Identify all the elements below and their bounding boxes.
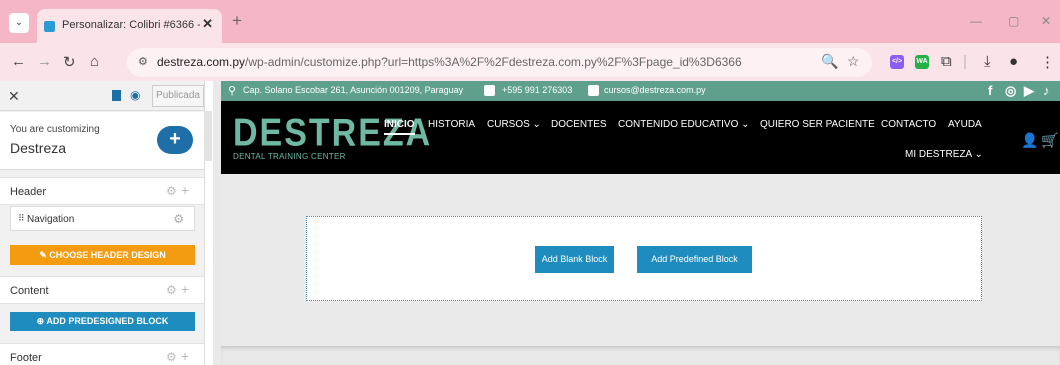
site-name: Destreza [10,140,67,156]
browser-toolbar: ← → ↻ ⌂ ⚙ destreza.com.py/wp-admin/custo… [0,43,1060,81]
tab-close-icon[interactable]: ✕ [202,16,213,32]
reload-icon[interactable]: ↻ [63,53,76,71]
phone-text: +595 991 276303 [502,85,573,95]
browser-tab-bar: ⌄ Personalizar: Colibri #6366 - Destreza… [0,0,1060,43]
toolbar-divider: | [963,53,967,70]
navigation-label: Navigation [27,214,75,225]
publish-button[interactable]: Publicada [152,85,204,107]
gear-icon[interactable]: ⚙ [166,184,177,198]
customizer-sidebar: ✕ ◉ Publicada You are customizing Destre… [0,81,212,365]
section-footer[interactable]: Footer ⚙ + [0,343,204,365]
site-header: DESTREZA DENTAL TRAINING CENTER INICIO H… [221,101,1060,174]
site-preview: ⚲ Cap. Solano Escobar 261, Asunción 0012… [213,81,1060,365]
browser-tab[interactable]: Personalizar: Colibri #6366 - Destreza ✕ [37,9,222,43]
section-content[interactable]: Content ⚙ + [0,276,204,304]
code-extension-icon[interactable]: </> [890,55,904,69]
youtube-icon[interactable]: ▶ [1024,83,1034,99]
back-icon[interactable]: ← [11,53,26,70]
section-header-label: Header [10,186,47,198]
preview-eye-icon[interactable]: ◉ [130,88,140,102]
email-text: cursos@destreza.com.py [604,85,706,95]
gear-icon[interactable]: ⚙ [173,212,184,226]
add-blank-block-button[interactable]: Add Blank Block [535,246,614,273]
tab-search-chevron-icon[interactable]: ⌄ [9,13,29,33]
menu-item-mi-destreza[interactable]: MI DESTREZA ⌄ [905,149,983,160]
preview-bottom-area [221,346,1060,365]
favicon-icon [44,21,55,32]
customizing-info: You are customizing Destreza + [0,112,204,170]
download-icon[interactable]: ⤓ [984,53,991,70]
drag-handle-icon[interactable]: ⠿ [18,213,25,224]
section-footer-label: Footer [10,352,42,364]
empty-section-dropzone: Add Blank Block Add Predefined Block [306,216,982,301]
cart-icon[interactable]: 🛒 [1041,132,1058,149]
site-logo-tagline: DENTAL TRAINING CENTER [233,152,346,161]
zoom-icon[interactable]: 🔍 [821,53,838,70]
facebook-icon[interactable]: f [988,83,992,98]
browser-menu-icon[interactable]: ⋮ [1040,53,1055,71]
url-domain: destreza.com.py [157,55,246,69]
menu-item-quiero-ser-paciente[interactable]: QUIERO SER PACIENTE [760,119,875,130]
menu-item-docentes[interactable]: DOCENTES [551,119,607,130]
choose-header-design-button[interactable]: ✎ CHOOSE HEADER DESIGN [10,245,195,265]
plus-icon[interactable]: + [181,281,189,297]
extensions-puzzle-icon[interactable]: ⧉ [941,53,952,70]
section-header[interactable]: Header ⚙ + [0,177,204,205]
profile-avatar-icon[interactable]: ● [1009,53,1018,70]
url-text: destreza.com.py/wp-admin/customize.php?u… [157,55,742,69]
gear-icon[interactable]: ⚙ [166,350,177,364]
navigation-item[interactable]: ⠿ Navigation ⚙ [10,206,195,231]
wa-extension-icon[interactable]: WA [915,55,929,69]
plus-circle-icon: ⊕ [36,316,45,326]
new-tab-icon[interactable]: + [232,11,242,31]
minimize-icon[interactable]: — [970,14,982,28]
page-content: Add Blank Block Add Predefined Block [221,174,1060,346]
menu-item-cursos[interactable]: CURSOS ⌄ [487,119,541,130]
address-text: Cap. Solano Escobar 261, Asunción 001209… [243,85,464,95]
customizing-label: You are customizing [10,124,100,135]
menu-item-contenido-educativo[interactable]: CONTENIDO EDUCATIVO ⌄ [618,119,750,130]
tab-title: Personalizar: Colibri #6366 - Destreza [62,19,200,31]
tiktok-icon[interactable]: ♪ [1043,83,1050,98]
close-customizer-icon[interactable]: ✕ [8,88,20,105]
location-pin-icon: ⚲ [228,85,237,97]
site-info-icon[interactable]: ⚙ [138,55,148,68]
plus-icon[interactable]: + [181,348,189,364]
window-close-icon[interactable]: ✕ [1041,14,1051,28]
menu-item-historia[interactable]: HISTORIA [428,119,475,130]
bookmark-star-icon[interactable]: ☆ [847,53,860,70]
menu-item-inicio[interactable]: INICIO [384,119,415,135]
plus-icon[interactable]: + [181,182,189,198]
instagram-icon[interactable]: ◎ [1005,83,1016,99]
phone-icon [484,85,495,96]
add-section-plus-icon[interactable]: + [157,126,193,154]
home-icon[interactable]: ⌂ [90,53,99,70]
choose-header-design-label: CHOOSE HEADER DESIGN [49,250,166,260]
add-predesigned-block-button[interactable]: ⊕ ADD PREDESIGNED BLOCK [10,312,195,331]
add-predesigned-block-label: ADD PREDESIGNED BLOCK [46,316,169,326]
page-document-icon[interactable] [112,90,121,101]
add-predefined-block-button[interactable]: Add Predefined Block [637,246,752,273]
forward-icon[interactable]: → [37,53,52,70]
gear-icon[interactable]: ⚙ [166,283,177,297]
customizer-header: ✕ ◉ Publicada [0,81,204,111]
email-icon [588,85,599,96]
menu-item-ayuda[interactable]: AYUDA [948,119,982,130]
user-account-icon[interactable]: 👤 [1021,132,1038,149]
restore-icon[interactable]: ▢ [1008,14,1019,28]
section-content-label: Content [10,285,49,297]
address-bar[interactable]: ⚙ destreza.com.py/wp-admin/customize.php… [127,48,872,77]
url-path: /wp-admin/customize.php?url=https%3A%2F%… [245,55,742,69]
sidebar-scrollbar[interactable] [204,111,212,161]
site-topbar: ⚲ Cap. Solano Escobar 261, Asunción 0012… [221,81,1060,101]
brush-icon: ✎ [39,250,47,260]
menu-item-contacto[interactable]: CONTACTO [881,119,936,130]
